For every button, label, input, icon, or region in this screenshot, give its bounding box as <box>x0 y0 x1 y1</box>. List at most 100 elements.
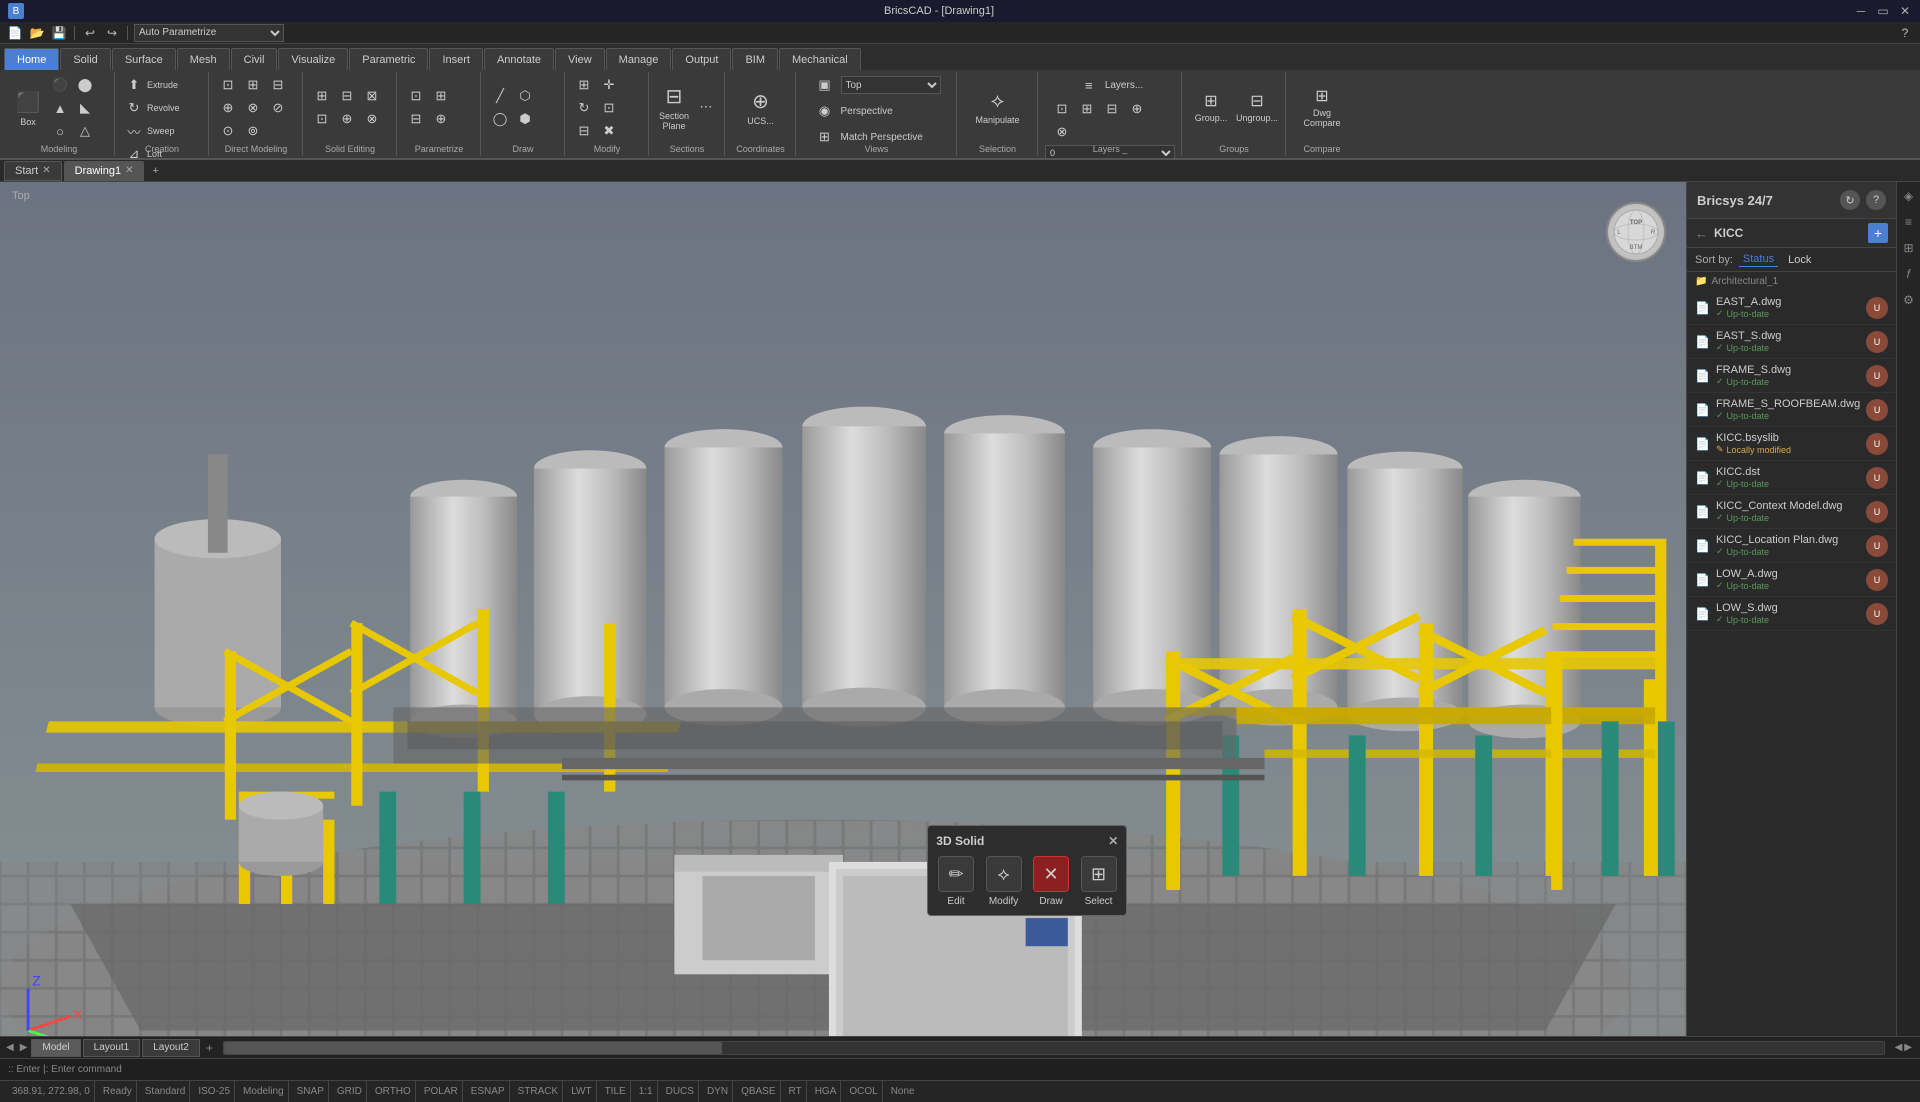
draw-btn1[interactable]: ╱ <box>488 85 512 107</box>
ctx-edit-action[interactable]: ✏ Edit <box>938 856 974 907</box>
tab-visualize[interactable]: Visualize <box>278 48 348 70</box>
se-btn4[interactable]: ⊡ <box>310 108 334 130</box>
undo-button[interactable]: ↩ <box>81 24 99 42</box>
layout-nav-next[interactable]: ▶ <box>18 1042 30 1053</box>
list-item-frame-s-roofbeam[interactable]: 📄 FRAME_S_ROOFBEAM.dwg ✓ Up-to-date U <box>1687 393 1896 427</box>
dm-btn3[interactable]: ⊟ <box>266 74 290 96</box>
layer-btn5[interactable]: ⊗ <box>1050 121 1074 143</box>
se-btn3[interactable]: ⊠ <box>360 85 384 107</box>
draw-btn3[interactable]: ◯ <box>488 108 512 130</box>
status-tile[interactable]: TILE <box>601 1081 631 1102</box>
tab-mechanical[interactable]: Mechanical <box>779 48 861 70</box>
rotate-btn[interactable]: ↻ <box>572 97 596 119</box>
status-lwt[interactable]: LWT <box>567 1081 596 1102</box>
layer-btn2[interactable]: ⊞ <box>1075 98 1099 120</box>
se-btn1[interactable]: ⊞ <box>310 85 334 107</box>
status-modeling[interactable]: Modeling <box>239 1081 289 1102</box>
extrude-button[interactable]: ⬆ <box>122 74 146 96</box>
status-polar[interactable]: POLAR <box>420 1081 463 1102</box>
box-button[interactable]: ⬛ Box <box>10 82 46 134</box>
layer-btn3[interactable]: ⊟ <box>1100 98 1124 120</box>
group-button[interactable]: ⊞ Group... <box>1189 81 1233 133</box>
tab-home[interactable]: Home <box>4 48 59 70</box>
ctx-draw-action[interactable]: ✕ Draw <box>1033 856 1069 907</box>
ungroup-button[interactable]: ⊟ Ungroup... <box>1235 81 1279 133</box>
add-tab-button[interactable]: + <box>146 163 164 179</box>
manipulate-button[interactable]: ⟡ Manipulate <box>980 81 1016 133</box>
tab-manage[interactable]: Manage <box>606 48 672 70</box>
status-qbase[interactable]: QBASE <box>737 1081 780 1102</box>
list-item-frame-s[interactable]: 📄 FRAME_S.dwg ✓ Up-to-date U <box>1687 359 1896 393</box>
dm-btn7[interactable]: ⊙ <box>216 120 240 142</box>
sphere-button[interactable]: ⚫ <box>48 74 72 96</box>
start-tab-close[interactable]: ✕ <box>42 165 50 176</box>
tab-bim[interactable]: BIM <box>732 48 778 70</box>
mirror-btn[interactable]: ⊟ <box>572 120 596 142</box>
status-strack[interactable]: STRACK <box>514 1081 564 1102</box>
new-button[interactable]: 📄 <box>6 24 24 42</box>
status-esnap[interactable]: ESNAP <box>467 1081 510 1102</box>
tab-mesh[interactable]: Mesh <box>177 48 230 70</box>
draw-btn4[interactable]: ⬢ <box>513 108 537 130</box>
dm-btn8[interactable]: ⊚ <box>241 120 265 142</box>
move-btn[interactable]: ✛ <box>597 74 621 96</box>
view-selector[interactable]: Top <box>841 76 941 94</box>
layout-add-button[interactable]: + <box>202 1041 217 1055</box>
layout-nav-prev[interactable]: ◀ <box>4 1042 16 1053</box>
dm-btn6[interactable]: ⊘ <box>266 97 290 119</box>
se-btn6[interactable]: ⊗ <box>360 108 384 130</box>
list-item-east-s[interactable]: 📄 EAST_S.dwg ✓ Up-to-date U <box>1687 325 1896 359</box>
status-scale[interactable]: 1:1 <box>635 1081 658 1102</box>
para-btn4[interactable]: ⊕ <box>429 108 453 130</box>
torus-button[interactable]: ○ <box>48 120 72 142</box>
dwg-compare-button[interactable]: ⊞ DwgCompare <box>1304 81 1340 133</box>
side-icon-layers[interactable]: ≡ <box>1899 212 1919 232</box>
ucs-button[interactable]: ⊕ UCS... <box>743 81 779 133</box>
se-btn2[interactable]: ⊟ <box>335 85 359 107</box>
para-btn2[interactable]: ⊞ <box>429 85 453 107</box>
sections-extra[interactable]: ⋯ <box>694 96 718 118</box>
context-menu-close[interactable]: ✕ <box>1108 834 1118 848</box>
erase-btn[interactable]: ✖ <box>597 120 621 142</box>
window-controls[interactable]: ─ ▭ ✕ <box>1854 4 1912 18</box>
horizontal-scrollbar[interactable] <box>223 1041 1885 1055</box>
se-btn5[interactable]: ⊕ <box>335 108 359 130</box>
sweep-button[interactable]: 〰 <box>122 120 146 142</box>
side-icon-settings[interactable]: ⚙ <box>1899 290 1919 310</box>
section-plane-button[interactable]: ⊟ SectionPlane <box>656 81 692 133</box>
list-item-kicc-dst[interactable]: 📄 KICC.dst ✓ Up-to-date U <box>1687 461 1896 495</box>
command-input-field[interactable] <box>126 1064 1912 1076</box>
minimize-button[interactable]: ─ <box>1854 4 1868 18</box>
list-item-east-a[interactable]: 📄 EAST_A.dwg ✓ Up-to-date U <box>1687 291 1896 325</box>
tab-parametric[interactable]: Parametric <box>349 48 428 70</box>
layer-btn1[interactable]: ⊡ <box>1050 98 1074 120</box>
scroll-left[interactable]: ◀ <box>1895 1042 1903 1053</box>
panel-back-button[interactable]: ← <box>1695 226 1708 241</box>
viewport-3d[interactable]: X Y Z Top TOP BTM L R <box>0 182 1686 1036</box>
layout-tab-model[interactable]: Model <box>31 1039 80 1057</box>
list-item-low-s[interactable]: 📄 LOW_S.dwg ✓ Up-to-date U <box>1687 597 1896 631</box>
panel-add-button[interactable]: + <box>1868 223 1888 243</box>
side-icon-blocks[interactable]: ⊞ <box>1899 238 1919 258</box>
tab-view[interactable]: View <box>555 48 605 70</box>
status-standard[interactable]: Standard <box>141 1081 191 1102</box>
dm-btn4[interactable]: ⊕ <box>216 97 240 119</box>
draw-btn2[interactable]: ⬡ <box>513 85 537 107</box>
tab-solid[interactable]: Solid <box>60 48 110 70</box>
tab-annotate[interactable]: Annotate <box>484 48 554 70</box>
status-ocol[interactable]: OCOL <box>845 1081 882 1102</box>
list-item-low-a[interactable]: 📄 LOW_A.dwg ✓ Up-to-date U <box>1687 563 1896 597</box>
list-item-kicc-context[interactable]: 📄 KICC_Context Model.dwg ✓ Up-to-date U <box>1687 495 1896 529</box>
status-dyn[interactable]: DYN <box>703 1081 733 1102</box>
list-item-kicc-location[interactable]: 📄 KICC_Location Plan.dwg ✓ Up-to-date U <box>1687 529 1896 563</box>
para-btn1[interactable]: ⊡ <box>404 85 428 107</box>
wedge-button[interactable]: ◣ <box>73 97 97 119</box>
tab-drawing1[interactable]: Drawing1 ✕ <box>64 161 145 181</box>
tab-start[interactable]: Start ✕ <box>4 161 62 181</box>
status-grid[interactable]: GRID <box>333 1081 367 1102</box>
close-button[interactable]: ✕ <box>1898 4 1912 18</box>
status-ducs[interactable]: DUCS <box>662 1081 699 1102</box>
copy-btn[interactable]: ⊞ <box>572 74 596 96</box>
save-button[interactable]: 💾 <box>50 24 68 42</box>
open-button[interactable]: 📂 <box>28 24 46 42</box>
